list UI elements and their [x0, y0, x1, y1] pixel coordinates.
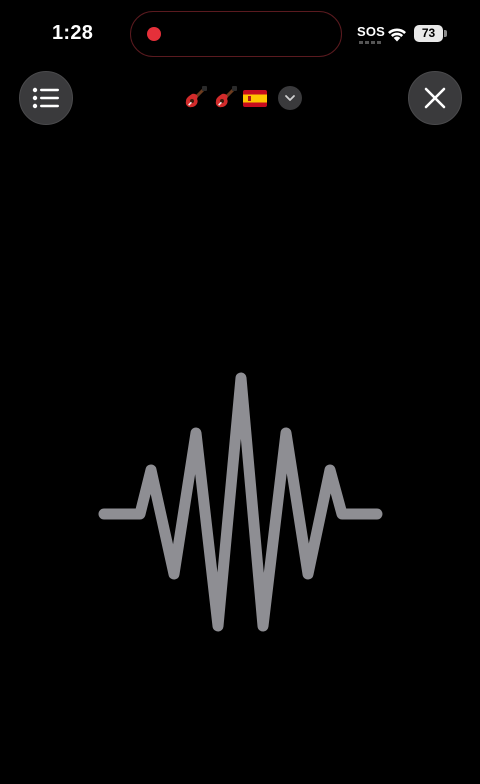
chevron-down-icon: [285, 95, 295, 101]
signal-bars-icon: [359, 41, 383, 44]
list-icon: [32, 87, 59, 109]
audio-waveform-icon: [98, 372, 383, 632]
battery-level: 73: [421, 26, 436, 40]
spain-flag-icon: [243, 90, 267, 107]
battery-indicator: 73: [414, 25, 448, 42]
recording-indicator-icon: [147, 27, 161, 41]
dynamic-island[interactable]: [130, 11, 342, 57]
guitar-emoji-icon: [215, 86, 237, 108]
close-icon: [424, 87, 446, 109]
sos-indicator: SOS: [357, 24, 386, 39]
list-button[interactable]: [19, 71, 73, 125]
dropdown-button[interactable]: [278, 86, 302, 110]
guitar-emoji-icon: [185, 86, 207, 108]
close-button[interactable]: [408, 71, 462, 125]
wifi-icon: [388, 28, 406, 42]
status-time: 1:28: [52, 22, 94, 44]
language-selector[interactable]: [182, 84, 302, 112]
status-bar: 1:28 SOS 73: [0, 0, 480, 68]
